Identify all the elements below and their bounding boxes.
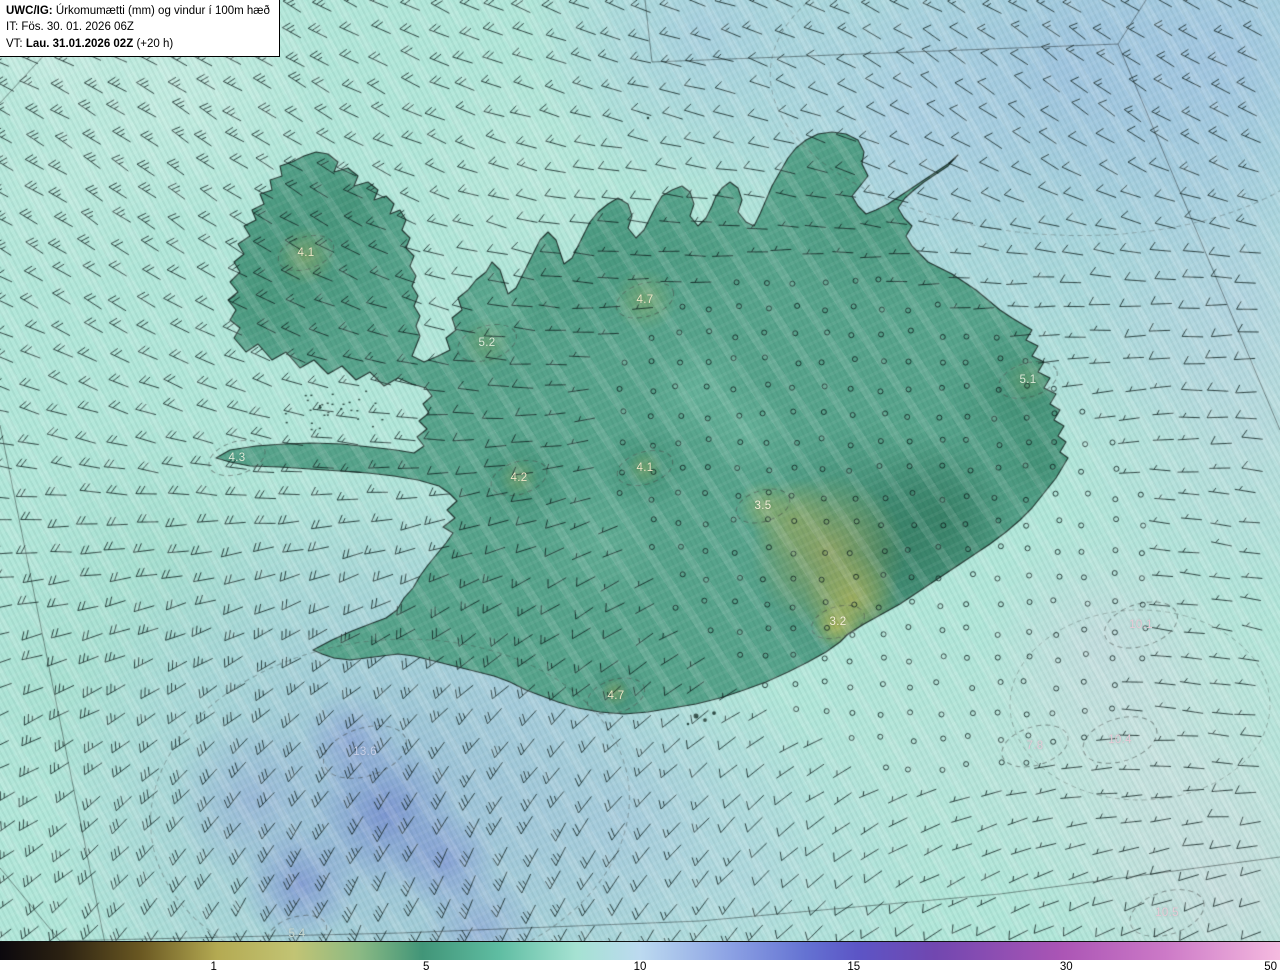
colorbar-tick-label: 10	[633, 961, 647, 973]
weather-map-stage: 4.1 4.7 5.2 4.3 4.2 4.1 3.5 5.1 3.2 4.7 13.6 10.1 7.…	[0, 0, 1280, 978]
info-title-row: UWC/IG: Úrkomumætti (mm) og vindur í 100…	[6, 3, 270, 19]
product-title: Úrkomumætti (mm) og vindur í 100m hæð	[55, 5, 270, 17]
weather-map-canvas	[0, 0, 1280, 941]
valid-label: VT:	[6, 37, 23, 50]
init-label: IT:	[6, 21, 19, 34]
colorbar: 1 5 10 15 30 50	[0, 941, 1280, 978]
forecast-info-box: UWC/IG: Úrkomumætti (mm) og vindur í 100…	[0, 0, 280, 57]
colorbar-tick-label: 15	[847, 961, 861, 973]
colorbar-tick-label: 50	[1264, 961, 1277, 973]
init-time: Fös. 30. 01. 2026 06Z	[21, 21, 134, 34]
valid-offset: (+20 h)	[136, 37, 174, 50]
colorbar-tick-label: 30	[1059, 961, 1073, 973]
colorbar-labels: 1 5 10 15 30 50	[0, 960, 1280, 978]
colorbar-tick-label: 1	[210, 961, 217, 973]
model-label: UWC/IG:	[6, 5, 53, 17]
colorbar-tick-label: 5	[423, 961, 430, 973]
init-time-row: IT: Fös. 30. 01. 2026 06Z	[6, 19, 270, 35]
colorbar-gradient	[0, 941, 1280, 960]
valid-time-row: VT: Lau. 31.01.2026 02Z (+20 h)	[6, 36, 270, 52]
valid-time: Lau. 31.01.2026 02Z	[25, 37, 134, 50]
